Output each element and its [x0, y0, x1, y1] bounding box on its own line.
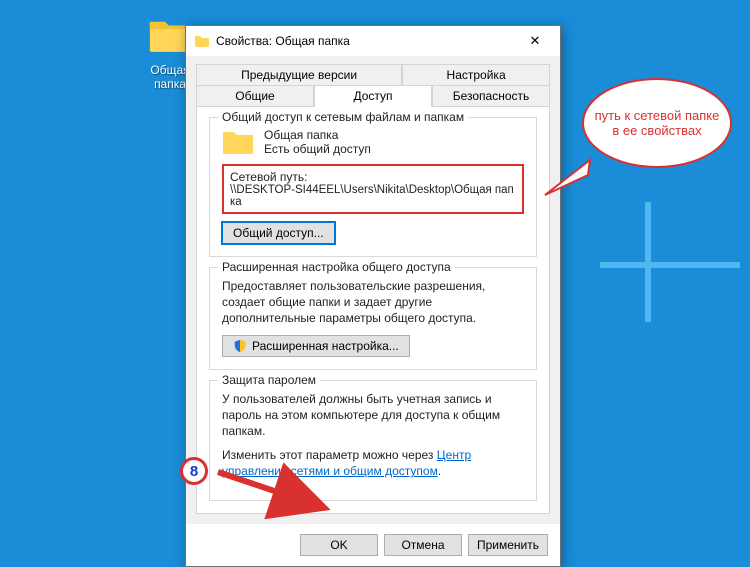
- network-path-label: Сетевой путь:: [230, 170, 516, 184]
- shared-folder-name: Общая папка: [264, 128, 371, 142]
- group-title: Защита паролем: [218, 373, 320, 387]
- folder-icon: [222, 128, 254, 156]
- folder-icon: [194, 33, 210, 49]
- close-icon: ✕: [530, 33, 541, 49]
- close-button[interactable]: ✕: [516, 27, 554, 55]
- step-number: 8: [190, 463, 198, 480]
- annotation-arrow: [210, 460, 350, 520]
- titlebar[interactable]: Свойства: Общая папка ✕: [186, 26, 560, 56]
- network-path-highlight: Сетевой путь: \\DESKTOP-SI44EEL\Users\Ni…: [222, 164, 524, 214]
- sharing-tab-panel: Общий доступ к сетевым файлам и папкам О…: [196, 107, 550, 514]
- desktop-accent: [600, 202, 750, 452]
- network-path-value[interactable]: \\DESKTOP-SI44EEL\Users\Nikita\Desktop\О…: [230, 184, 516, 208]
- advanced-sharing-button[interactable]: Расширенная настройка...: [222, 335, 410, 357]
- cancel-button[interactable]: Отмена: [384, 534, 462, 556]
- group-title: Расширенная настройка общего доступа: [218, 260, 455, 274]
- dialog-title: Свойства: Общая папка: [216, 34, 516, 48]
- tab-customize[interactable]: Настройка: [402, 64, 550, 86]
- shield-icon: [233, 339, 247, 353]
- share-button[interactable]: Общий доступ...: [222, 222, 335, 244]
- password-description: У пользователей должны быть учетная запи…: [222, 391, 524, 440]
- network-sharing-group: Общий доступ к сетевым файлам и папкам О…: [209, 117, 537, 257]
- advanced-sharing-description: Предоставляет пользовательские разрешени…: [222, 278, 524, 327]
- share-status: Есть общий доступ: [264, 142, 371, 156]
- annotation-bubble-tail: [540, 155, 595, 205]
- group-title: Общий доступ к сетевым файлам и папкам: [218, 110, 468, 124]
- tab-general[interactable]: Общие: [196, 85, 314, 107]
- ok-button[interactable]: OK: [300, 534, 378, 556]
- apply-button[interactable]: Применить: [468, 534, 548, 556]
- step-badge: 8: [180, 457, 208, 485]
- tab-sharing[interactable]: Доступ: [314, 85, 432, 107]
- tab-previous-versions[interactable]: Предыдущие версии: [196, 64, 402, 86]
- advanced-button-label: Расширенная настройка...: [252, 339, 399, 353]
- tab-security[interactable]: Безопасность: [432, 85, 550, 107]
- annotation-text: путь к сетевой папке в ее свойствах: [594, 108, 720, 138]
- annotation-bubble: путь к сетевой папке в ее свойствах: [582, 78, 732, 168]
- advanced-sharing-group: Расширенная настройка общего доступа Пре…: [209, 267, 537, 370]
